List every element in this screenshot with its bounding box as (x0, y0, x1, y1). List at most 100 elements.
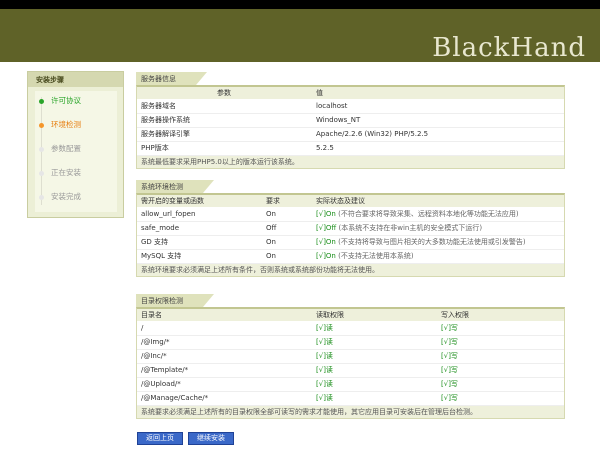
back-button[interactable]: 返回上页 (137, 432, 183, 445)
step-env-check: 环境检测 (39, 119, 81, 131)
env-status: [√]On (不支持无法使用本系统) (312, 249, 564, 264)
read-permission: [√]读 (312, 335, 437, 350)
column-header: 需开启的变量或函数 (137, 195, 262, 207)
param-value: 5.2.5 (312, 141, 564, 156)
status-ok: [√]On (316, 238, 336, 246)
status-hint: (不支持无法使用本系统) (338, 252, 414, 260)
step-complete: 安装完成 (39, 191, 81, 203)
column-header: 参数 (137, 87, 312, 99)
continue-install-button[interactable]: 继续安装 (188, 432, 234, 445)
dir-check-table: 目录名 读取权限 写入权限 / [√]读 [√]写 /@Img/* [√]读 [… (137, 309, 564, 406)
env-check-panel: 需开启的变量或函数 要求 实际状态及建议 allow_url_fopen On … (136, 193, 565, 277)
step-license: 许可协议 (39, 95, 81, 107)
step-dot-icon (39, 194, 44, 200)
status-ok: [√]On (316, 252, 336, 260)
top-bar (0, 0, 600, 9)
server-info-title: 服务器信息 (136, 72, 207, 85)
step-dot-icon (39, 170, 44, 176)
brand-logo: BlackHand (432, 33, 586, 63)
step-dot-icon (39, 98, 44, 104)
status-hint: (不符合要求将导致采集、远程资料本地化等功能无法应用) (338, 209, 519, 218)
write-permission: [√]写 (437, 321, 564, 336)
dir-check-footnote: 系统要求必须满足上述所有的目录权限全部可读写的需求才能使用，其它应用目录可安装后… (137, 405, 564, 418)
server-info-section: 服务器信息 参数 值 服务器域名 localhost 服务器操作系统 Windo… (136, 72, 565, 169)
env-check-footnote: 系统环境要求必须满足上述所有条件，否则系统或系统部份功能将无法使用。 (137, 263, 564, 276)
dir-path: /@Manage/Cache/* (137, 391, 312, 406)
sidebar-title: 安装步骤 (28, 72, 123, 87)
env-status: [√]On (不符合要求将导致采集、远程资料本地化等功能无法应用) (312, 207, 564, 222)
env-requirement: On (262, 207, 312, 222)
column-header: 读取权限 (312, 309, 437, 321)
status-hint: (本系统不支持在非win主机的安全模式下运行) (338, 224, 483, 232)
step-dot-icon (39, 146, 44, 152)
table-row: allow_url_fopen On [√]On (不符合要求将导致采集、远程资… (137, 207, 564, 222)
column-header: 要求 (262, 195, 312, 207)
env-requirement: On (262, 249, 312, 264)
status-ok: [√]Off (316, 224, 337, 232)
steps-list: 许可协议 环境检测 参数配置 正在安装 安装完成 (35, 91, 117, 212)
table-row: 服务器解译引擎 Apache/2.2.6 (Win32) PHP/5.2.5 (137, 127, 564, 142)
step-label: 正在安装 (51, 168, 81, 177)
table-header-row: 需开启的变量或函数 要求 实际状态及建议 (137, 195, 564, 207)
param-name: 服务器操作系统 (137, 113, 312, 128)
param-name: PHP版本 (137, 141, 312, 156)
table-row: /@Manage/Cache/* [√]读 [√]写 (137, 391, 564, 406)
table-row: GD 支持 On [√]On (不支持将导致与图片相关的大多数功能无法使用或引发… (137, 235, 564, 250)
read-permission: [√]读 (312, 391, 437, 406)
table-row: /@Img/* [√]读 [√]写 (137, 335, 564, 350)
step-installing: 正在安装 (39, 167, 81, 179)
server-info-table: 参数 值 服务器域名 localhost 服务器操作系统 Windows_NT … (137, 87, 564, 156)
table-row: PHP版本 5.2.5 (137, 141, 564, 156)
table-row: / [√]读 [√]写 (137, 321, 564, 336)
read-permission: [√]读 (312, 321, 437, 336)
table-row: 服务器操作系统 Windows_NT (137, 113, 564, 128)
step-label: 许可协议 (51, 96, 81, 105)
header-banner: BlackHand (0, 9, 600, 63)
dir-check-title: 目录权限检测 (136, 294, 214, 307)
write-permission: [√]写 (437, 391, 564, 406)
table-header-row: 目录名 读取权限 写入权限 (137, 309, 564, 321)
write-permission: [√]写 (437, 377, 564, 392)
dir-check-section: 目录权限检测 目录名 读取权限 写入权限 / [√]读 [√]写 /@Img/*… (136, 294, 565, 419)
table-row: safe_mode Off [√]Off (本系统不支持在非win主机的安全模式… (137, 221, 564, 236)
dir-path: /@Upload/* (137, 377, 312, 392)
dir-path: / (137, 321, 312, 336)
column-header: 实际状态及建议 (312, 195, 564, 207)
env-var-name: safe_mode (137, 221, 262, 236)
param-name: 服务器域名 (137, 99, 312, 114)
column-header: 目录名 (137, 309, 312, 321)
param-value: Apache/2.2.6 (Win32) PHP/5.2.5 (312, 127, 564, 142)
column-header: 写入权限 (437, 309, 564, 321)
server-info-panel: 参数 值 服务器域名 localhost 服务器操作系统 Windows_NT … (136, 85, 565, 169)
write-permission: [√]写 (437, 363, 564, 378)
table-row: 服务器域名 localhost (137, 99, 564, 114)
env-requirement: Off (262, 221, 312, 236)
step-label: 环境检测 (51, 120, 81, 129)
column-header: 值 (312, 87, 564, 99)
env-requirement: On (262, 235, 312, 250)
step-label: 安装完成 (51, 192, 81, 201)
read-permission: [√]读 (312, 377, 437, 392)
param-value: Windows_NT (312, 113, 564, 128)
env-var-name: MySQL 支持 (137, 249, 262, 264)
env-status: [√]Off (本系统不支持在非win主机的安全模式下运行) (312, 221, 564, 236)
write-permission: [√]写 (437, 335, 564, 350)
status-ok: [√]On (316, 209, 336, 218)
env-check-title: 系统环境检测 (136, 180, 214, 193)
env-var-name: allow_url_fopen (137, 207, 262, 222)
read-permission: [√]读 (312, 363, 437, 378)
env-check-section: 系统环境检测 需开启的变量或函数 要求 实际状态及建议 allow_url_fo… (136, 180, 565, 277)
table-row: /@Inc/* [√]读 [√]写 (137, 349, 564, 364)
env-status: [√]On (不支持将导致与图片相关的大多数功能无法使用或引发警告) (312, 235, 564, 250)
param-name: 服务器解译引擎 (137, 127, 312, 142)
step-config: 参数配置 (39, 143, 81, 155)
env-check-table: 需开启的变量或函数 要求 实际状态及建议 allow_url_fopen On … (137, 195, 564, 264)
install-steps-sidebar: 安装步骤 许可协议 环境检测 参数配置 正在安装 安装完成 (27, 71, 124, 218)
env-var-name: GD 支持 (137, 235, 262, 250)
read-permission: [√]读 (312, 349, 437, 364)
step-dot-icon (39, 122, 44, 128)
param-value: localhost (312, 99, 564, 114)
status-hint: (不支持将导致与图片相关的大多数功能无法使用或引发警告) (338, 238, 526, 246)
dir-path: /@Inc/* (137, 349, 312, 364)
server-info-footnote: 系统最低要求采用PHP5.0以上的版本运行该系统。 (137, 155, 564, 168)
